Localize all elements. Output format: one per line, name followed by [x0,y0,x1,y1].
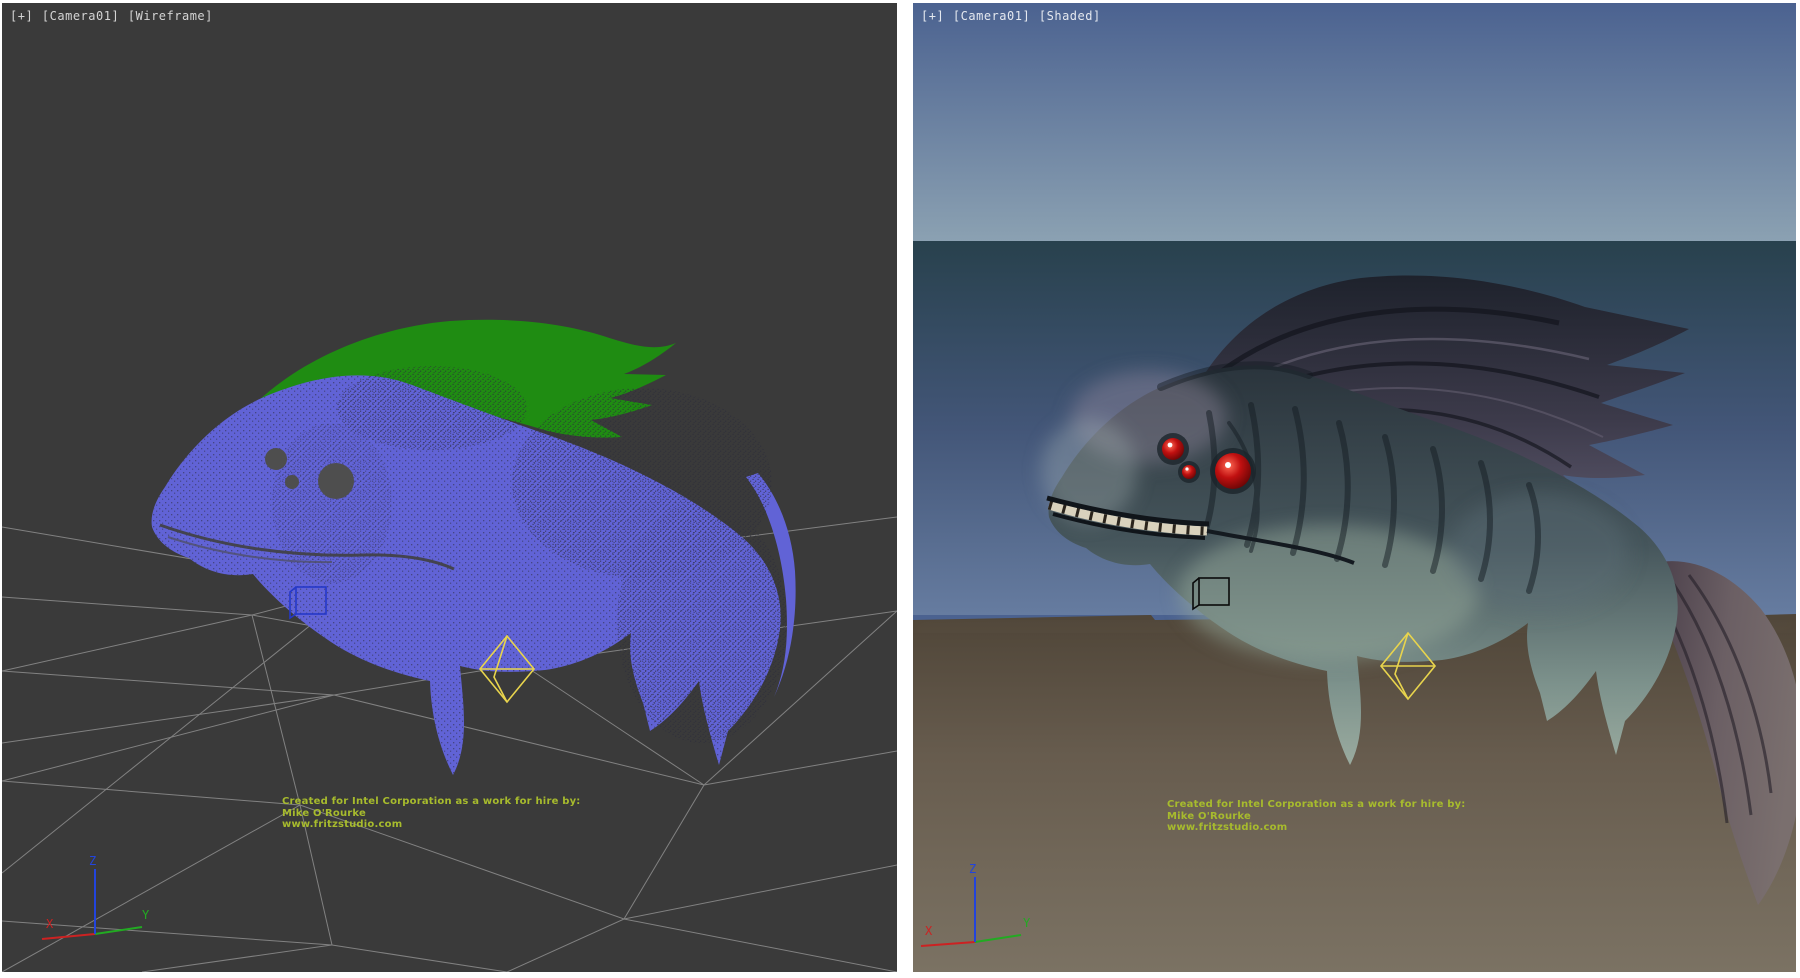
credit-line-3: www.fritzstudio.com [1167,822,1466,834]
axis-y-label: Y [1023,916,1031,930]
viewport-shading-label[interactable]: [Wireframe] [128,9,213,23]
sky [913,3,1796,241]
fish-eye-large [1215,453,1251,489]
fish-eye-upper [1162,438,1184,460]
axis-z-label: Z [969,862,976,876]
viewport-shaded[interactable]: X Y Z [+] [Camera01] [Shaded] Created fo… [913,3,1796,972]
world-axis-gizmo: X Y Z [42,854,150,939]
credit-text: Created for Intel Corporation as a work … [282,796,581,831]
credit-line-2: Mike O'Rourke [282,808,581,820]
axis-x-label: X [925,924,933,938]
viewport-label: [+] [Camera01] [Wireframe] [10,9,214,23]
axis-z-label: Z [89,854,96,868]
credit-text: Created for Intel Corporation as a work … [1167,799,1466,834]
credit-line-1: Created for Intel Corporation as a work … [1167,799,1466,811]
viewport-menu-button[interactable]: [+] [921,9,944,23]
dual-viewport-canvas: X Y Z [+] [Camera01] [Wireframe] Created… [0,0,1800,978]
credit-line-2: Mike O'Rourke [1167,811,1466,823]
credit-line-3: www.fritzstudio.com [282,819,581,831]
viewport-label: [+] [Camera01] [Shaded] [921,9,1102,23]
viewport-pov-label[interactable]: [Camera01] [42,9,119,23]
fish-model[interactable] [152,320,796,775]
credit-line-1: Created for Intel Corporation as a work … [282,796,581,808]
viewport-pov-label[interactable]: [Camera01] [953,9,1030,23]
viewport-wireframe[interactable]: X Y Z [+] [Camera01] [Wireframe] Created… [2,3,897,972]
viewport-menu-button[interactable]: [+] [10,9,33,23]
fish-eye-small [1182,465,1196,479]
axis-x-label: X [46,917,54,931]
axis-y-label: Y [142,908,150,922]
viewport-splitter[interactable] [897,0,913,978]
viewport-shading-label[interactable]: [Shaded] [1039,9,1101,23]
